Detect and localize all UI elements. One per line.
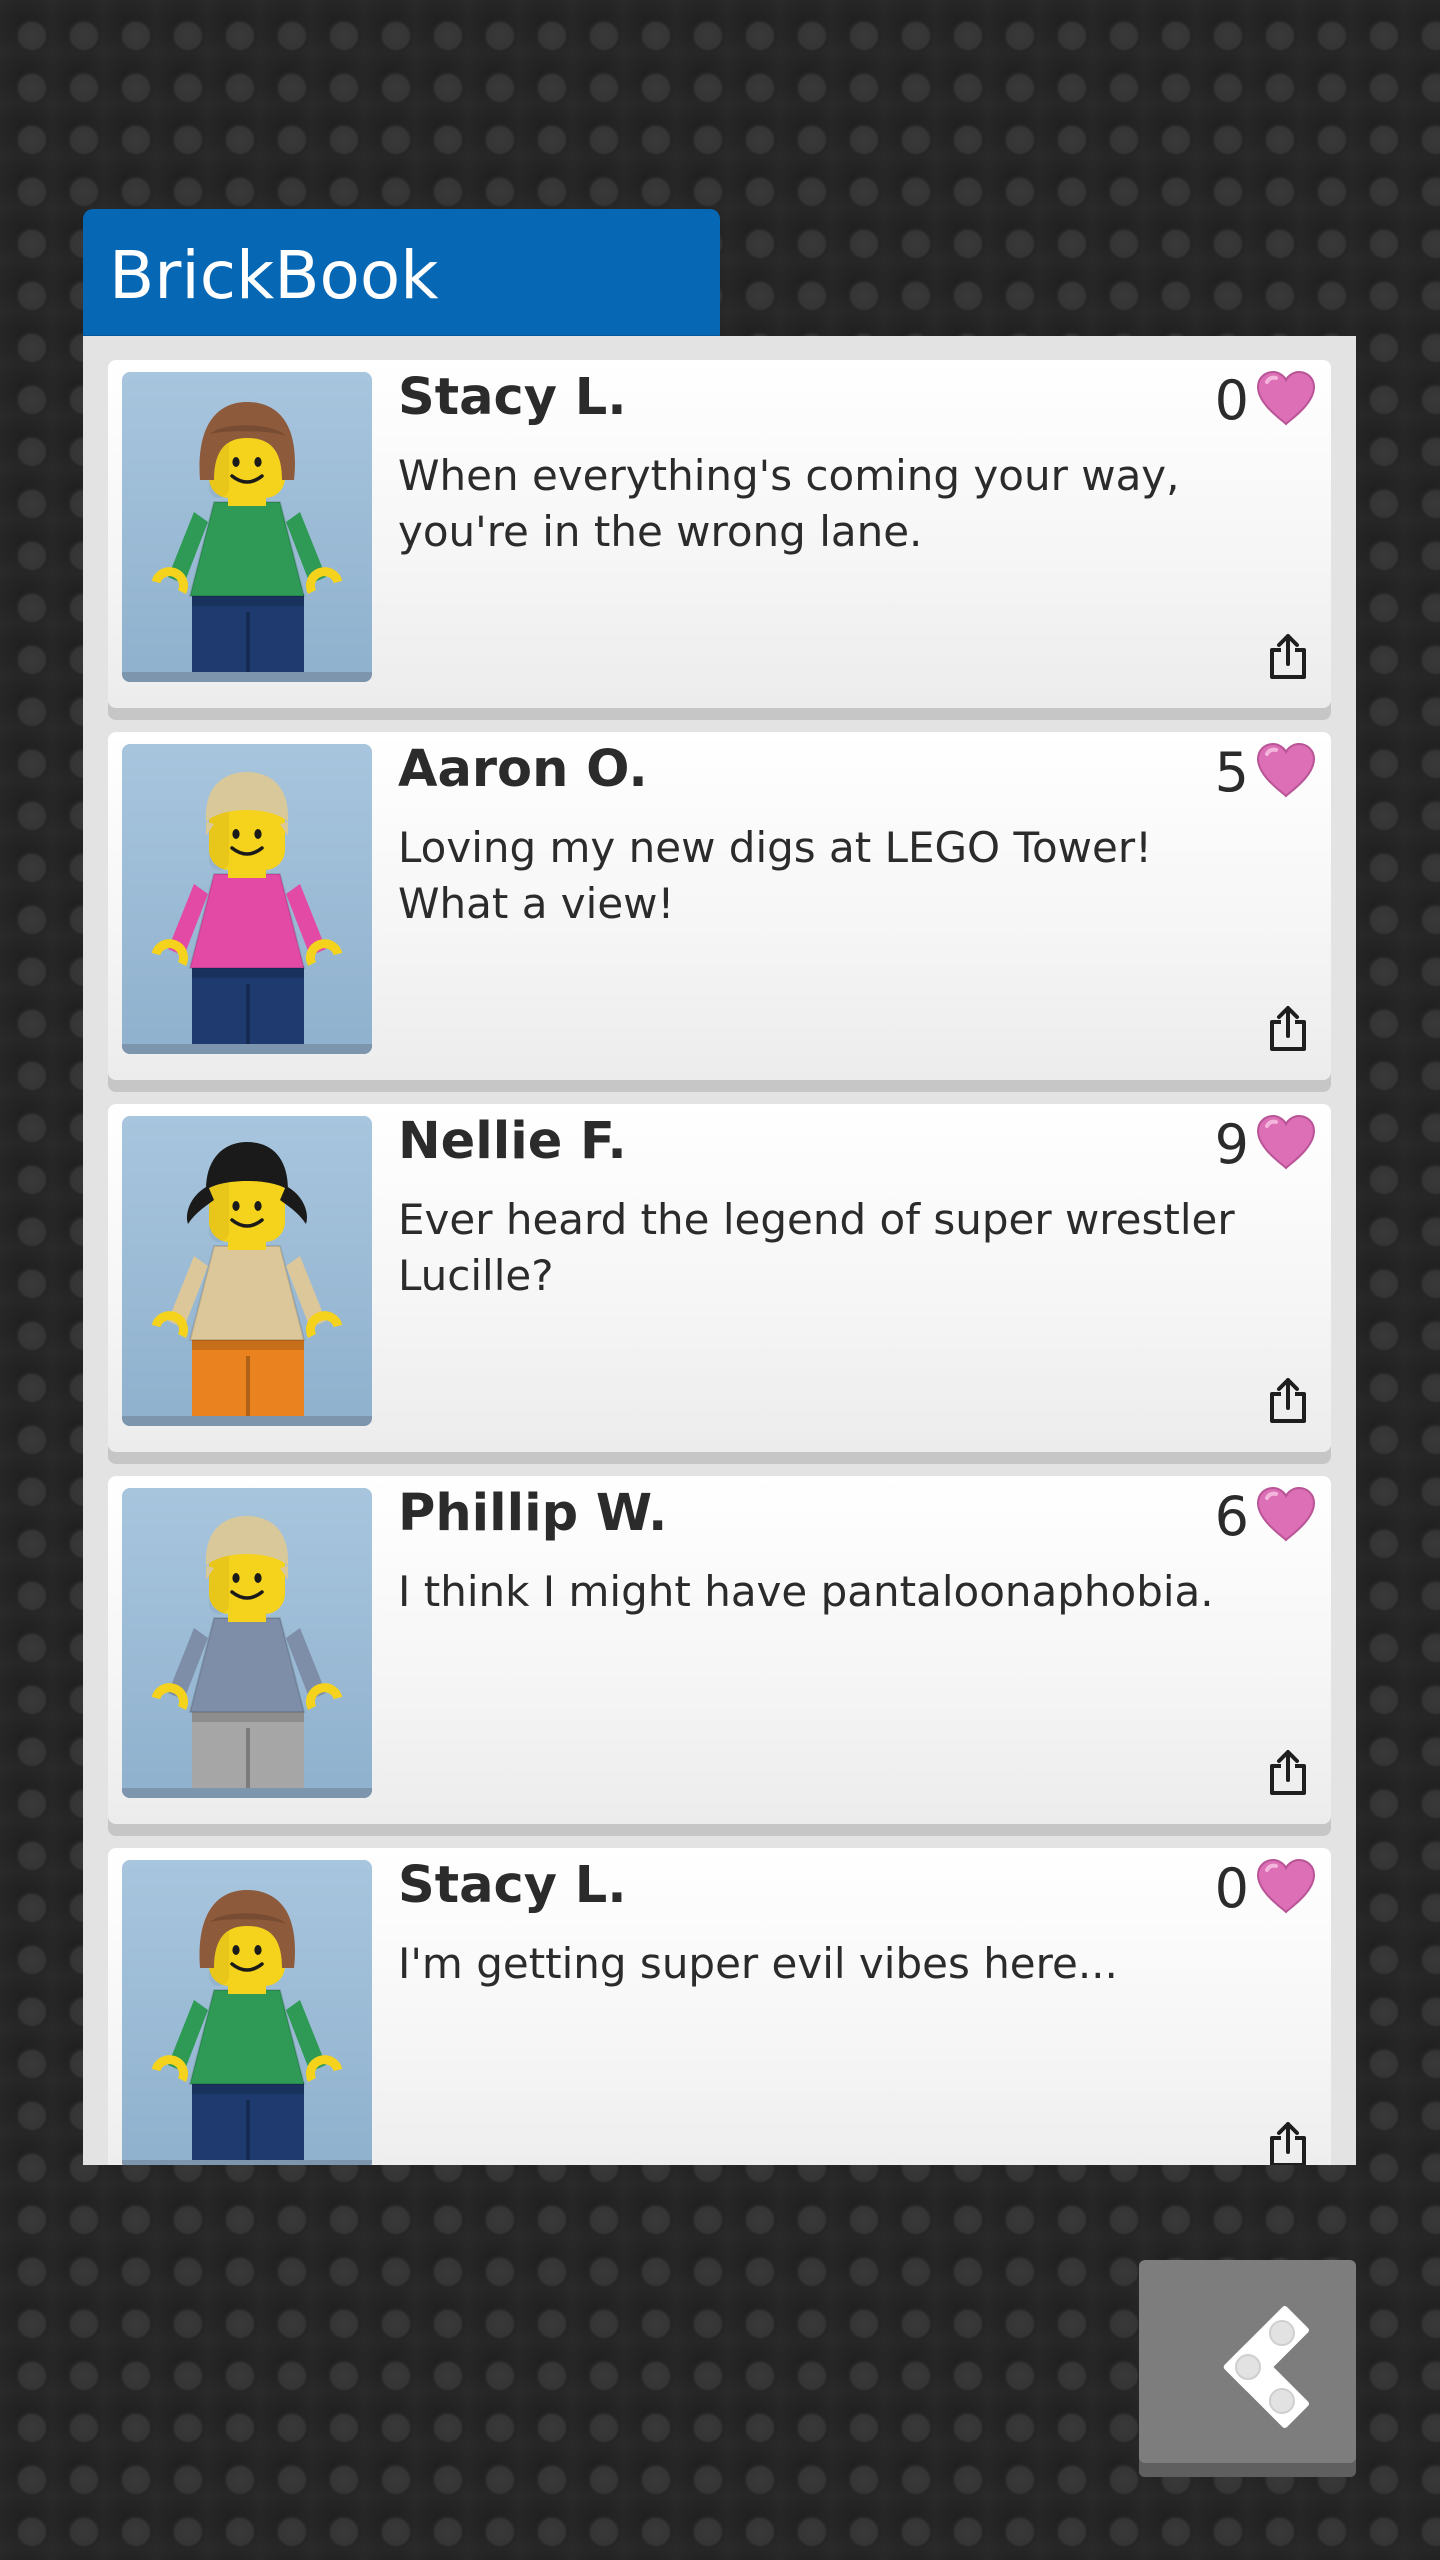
share-button[interactable] bbox=[1263, 630, 1313, 686]
share-icon bbox=[1268, 1376, 1308, 1428]
avatar-stand bbox=[122, 672, 372, 682]
like-button[interactable]: 0 bbox=[1214, 368, 1317, 432]
share-icon bbox=[1268, 2120, 1308, 2165]
feed-list[interactable]: Stacy L. When everything's coming your w… bbox=[83, 336, 1356, 2165]
heart-icon bbox=[1255, 1486, 1317, 1546]
post-text: I think I might have pantaloonaphobia. bbox=[398, 1567, 1214, 1616]
post-card: Phillip W. I think I might have pantaloo… bbox=[108, 1476, 1331, 1824]
share-icon bbox=[1268, 632, 1308, 684]
like-count: 0 bbox=[1214, 368, 1249, 432]
author-name[interactable]: Phillip W. bbox=[398, 1484, 667, 1543]
minifigure-illustration bbox=[151, 1142, 343, 1426]
avatar[interactable] bbox=[122, 1116, 372, 1426]
author-name[interactable]: Aaron O. bbox=[398, 740, 648, 799]
author-name[interactable]: Stacy L. bbox=[398, 368, 627, 427]
post-text: Ever heard the legend of super wrestler … bbox=[398, 1195, 1235, 1300]
post-text: I'm getting super evil vibes here... bbox=[398, 1939, 1118, 1988]
share-button[interactable] bbox=[1263, 2118, 1313, 2165]
avatar-stand bbox=[122, 1788, 372, 1798]
share-icon bbox=[1268, 1748, 1308, 1800]
post-card: Stacy L. I'm getting super evil vibes he… bbox=[108, 1848, 1331, 2165]
post-text: When everything's coming your way, you'r… bbox=[398, 451, 1180, 556]
minifigure-illustration bbox=[151, 1516, 343, 1798]
heart-icon bbox=[1255, 1114, 1317, 1174]
heart-icon bbox=[1255, 370, 1317, 430]
like-button[interactable]: 9 bbox=[1214, 1112, 1317, 1176]
avatar-stand bbox=[122, 2160, 372, 2165]
post-card: Aaron O. Loving my new digs at LEGO Towe… bbox=[108, 732, 1331, 1080]
heart-icon bbox=[1255, 1858, 1317, 1918]
avatar[interactable] bbox=[122, 1488, 372, 1798]
share-button[interactable] bbox=[1263, 1374, 1313, 1430]
post-text: Loving my new digs at LEGO Tower! What a… bbox=[398, 823, 1152, 928]
author-name[interactable]: Nellie F. bbox=[398, 1112, 627, 1171]
heart-icon bbox=[1255, 742, 1317, 802]
minifigure-illustration bbox=[151, 772, 343, 1054]
app-header: BrickBook bbox=[83, 209, 720, 337]
author-name[interactable]: Stacy L. bbox=[398, 1856, 627, 1915]
avatar-stand bbox=[122, 1416, 372, 1426]
share-button[interactable] bbox=[1263, 1746, 1313, 1802]
share-icon bbox=[1268, 1004, 1308, 1056]
post-card: Nellie F. Ever heard the legend of super… bbox=[108, 1104, 1331, 1452]
post-card: Stacy L. When everything's coming your w… bbox=[108, 360, 1331, 708]
like-button[interactable]: 0 bbox=[1214, 1856, 1317, 1920]
lego-brick-back-icon bbox=[1173, 2292, 1323, 2446]
like-count: 9 bbox=[1214, 1112, 1249, 1176]
like-button[interactable]: 6 bbox=[1214, 1484, 1317, 1548]
avatar[interactable] bbox=[122, 372, 372, 682]
app-title: BrickBook bbox=[109, 237, 439, 314]
avatar-stand bbox=[122, 1044, 372, 1054]
back-button[interactable] bbox=[1139, 2260, 1356, 2477]
like-count: 6 bbox=[1214, 1484, 1249, 1548]
avatar[interactable] bbox=[122, 744, 372, 1054]
minifigure-illustration bbox=[151, 1890, 343, 2165]
share-button[interactable] bbox=[1263, 1002, 1313, 1058]
minifigure-illustration bbox=[151, 402, 343, 682]
avatar[interactable] bbox=[122, 1860, 372, 2165]
like-count: 5 bbox=[1214, 740, 1249, 804]
like-button[interactable]: 5 bbox=[1214, 740, 1317, 804]
like-count: 0 bbox=[1214, 1856, 1249, 1920]
